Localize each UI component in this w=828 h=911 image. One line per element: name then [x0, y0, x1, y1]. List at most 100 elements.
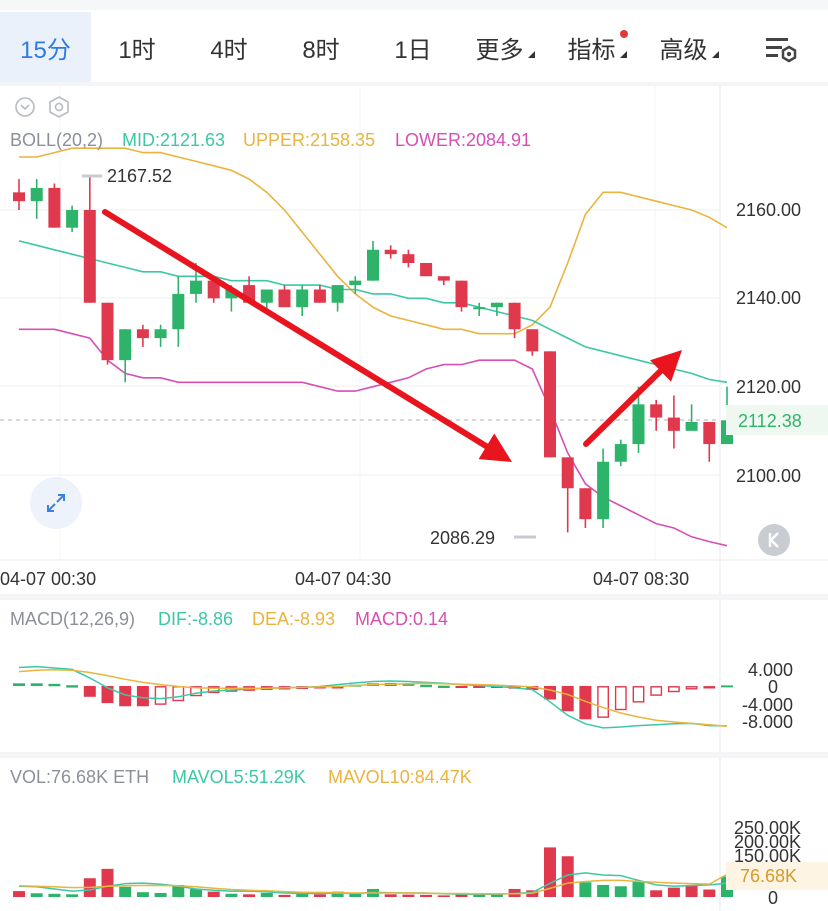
macd-bar — [48, 683, 61, 687]
macd-bar — [685, 686, 698, 690]
macd-bar — [544, 686, 556, 700]
candle-body — [296, 289, 309, 308]
candle-body — [101, 302, 114, 361]
volume-bar — [119, 886, 132, 897]
pane-separator — [0, 752, 828, 758]
high-price-label: 2167.52 — [107, 166, 173, 186]
candle-body — [190, 280, 202, 294]
trend-arrows — [102, 209, 682, 462]
chevron-down-circle-icon[interactable] — [14, 96, 36, 123]
candle-body — [614, 444, 627, 462]
macd-bar — [650, 686, 663, 696]
candle-body — [13, 192, 25, 202]
candle-body — [561, 457, 574, 489]
macd-bar — [437, 685, 450, 689]
volume-bar — [667, 887, 680, 897]
macd-value-label: MACD:0.14 — [355, 609, 449, 629]
candle-body — [83, 210, 96, 303]
volume-bar — [278, 894, 291, 897]
candle-body — [667, 417, 680, 431]
macd-bar — [66, 685, 79, 688]
boll-mid-label: MID:2121.63 — [122, 130, 226, 150]
candle-body — [685, 422, 698, 431]
volume-bar — [650, 890, 663, 897]
macd-panel — [13, 665, 733, 729]
volume-bar — [101, 868, 114, 897]
candle-body — [172, 293, 185, 330]
macd-bar — [721, 685, 733, 688]
candle-body — [703, 422, 716, 445]
macd-bar — [30, 683, 43, 686]
candle-body — [632, 404, 645, 445]
chart-extras — [82, 174, 536, 539]
candle-body — [437, 276, 450, 281]
volume-bar — [384, 894, 397, 897]
volume-bar — [614, 886, 627, 897]
macd-bar — [561, 686, 574, 712]
time-label: 04-07 04:30 — [295, 569, 392, 589]
boll-name: BOLL(20,2) — [10, 130, 104, 150]
volume-bar — [703, 889, 716, 897]
volume-bar — [597, 884, 610, 897]
macd-dif-label: DIF:-8.86 — [158, 609, 234, 629]
macd-bar — [13, 683, 25, 686]
time-label: 04-07 08:30 — [593, 569, 690, 589]
pane-separator — [0, 594, 828, 600]
macd-bar — [668, 686, 680, 693]
volume-bar — [13, 891, 25, 897]
macd-bar — [703, 686, 716, 689]
candle-body — [260, 289, 273, 303]
candle-body — [119, 329, 132, 361]
vol-label: VOL:76.68K ETH — [10, 767, 150, 787]
candle-body — [136, 329, 149, 339]
vol-last-label: 76.68K — [740, 866, 798, 886]
price-tick: 2100.00 — [736, 466, 802, 486]
volume-bar — [437, 895, 450, 897]
candle-body — [455, 280, 468, 308]
volume-bar — [48, 893, 61, 897]
candle-body — [420, 263, 433, 277]
last-price-label: 2112.38 — [738, 411, 802, 431]
macd-tick: -8.000 — [742, 712, 794, 732]
price-tick: 2140.00 — [736, 288, 802, 308]
mavol5-label: MAVOL5:51.29K — [172, 767, 306, 787]
macd-bar — [597, 686, 610, 718]
volume-bar — [225, 893, 238, 897]
volume-bar — [473, 894, 486, 897]
macd-bar — [455, 686, 468, 688]
mavol10-label: MAVOL10:84.47K — [328, 767, 472, 787]
volume-panel — [13, 847, 733, 897]
candle-body — [402, 254, 415, 263]
candle-body — [579, 488, 592, 520]
volume-bar — [579, 882, 592, 897]
candle-body — [508, 302, 521, 330]
candle-body — [473, 307, 486, 310]
macd-bar — [136, 686, 149, 707]
candle-body — [349, 280, 362, 286]
volume-bar — [685, 884, 698, 897]
macd-bar — [154, 686, 167, 705]
volume-bar — [30, 893, 43, 897]
hexagon-gear-icon[interactable] — [47, 95, 71, 124]
volume-bar — [154, 892, 167, 897]
volume-bar — [313, 894, 326, 897]
vol-tick: 0 — [768, 888, 779, 908]
volume-bar — [66, 894, 79, 897]
candle-body — [490, 302, 503, 308]
k-reset-icon[interactable] — [758, 524, 790, 556]
macd-bar — [614, 686, 627, 711]
expand-arrows-icon[interactable] — [30, 477, 82, 529]
macd-dea-label: DEA:-8.93 — [252, 609, 336, 629]
candle-body — [367, 249, 379, 281]
boll-upper-label: UPPER:2158.35 — [243, 130, 376, 150]
volume-bar — [260, 892, 273, 897]
boll-lower-label: LOWER:2084.91 — [395, 130, 532, 150]
candle-body — [650, 404, 663, 418]
candle-body — [154, 329, 167, 339]
low-price-label: 2086.29 — [430, 528, 496, 548]
volume-bar — [190, 888, 202, 897]
candle-body — [313, 289, 326, 303]
pane-separator — [0, 82, 828, 86]
candle-body — [544, 351, 556, 458]
macd-bar — [420, 684, 432, 688]
